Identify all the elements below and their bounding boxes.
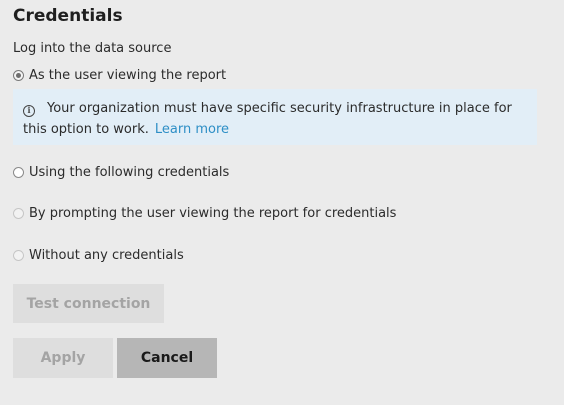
- radio-button-selected[interactable]: [13, 70, 24, 81]
- cancel-button[interactable]: Cancel: [117, 338, 217, 378]
- info-message-box: i Your organization must have specific se…: [13, 89, 537, 145]
- radio-label: Without any credentials: [29, 248, 184, 263]
- radio-button-disabled[interactable]: [13, 250, 24, 261]
- info-icon: i: [23, 104, 35, 117]
- section-subtitle: Log into the data source: [13, 41, 172, 56]
- info-message-text: Your organization must have specific sec…: [23, 101, 512, 137]
- radio-option-following-credentials[interactable]: Using the following credentials: [13, 165, 229, 180]
- radio-label: Using the following credentials: [29, 165, 230, 180]
- test-connection-button[interactable]: Test connection: [13, 284, 164, 323]
- radio-option-prompting-user[interactable]: By prompting the user viewing the report…: [13, 206, 396, 221]
- radio-button[interactable]: [13, 167, 24, 178]
- page-title: Credentials: [13, 6, 123, 26]
- radio-label: By prompting the user viewing the report…: [29, 206, 397, 221]
- radio-button-disabled[interactable]: [13, 208, 24, 219]
- radio-option-user-viewing-report[interactable]: As the user viewing the report: [13, 68, 226, 83]
- radio-option-without-credentials[interactable]: Without any credentials: [13, 248, 184, 263]
- apply-button[interactable]: Apply: [13, 338, 113, 378]
- radio-label: As the user viewing the report: [29, 68, 227, 83]
- learn-more-link[interactable]: Learn more: [155, 122, 229, 137]
